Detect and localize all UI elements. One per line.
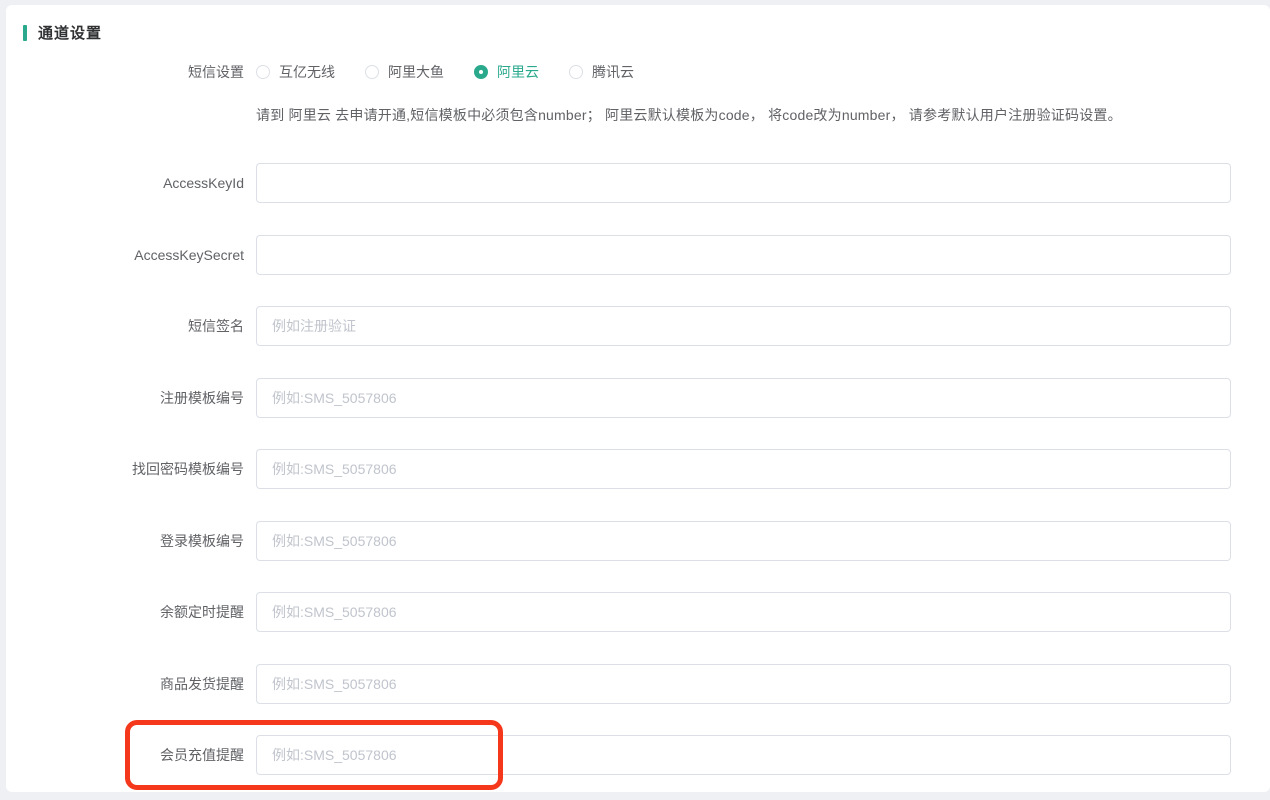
delivery-reminder-input[interactable]	[256, 664, 1231, 704]
field-list: AccessKeyId AccessKeySecret 短信签名 注册模板编号 …	[6, 163, 1270, 775]
radio-circle-icon[interactable]	[569, 65, 583, 79]
field-row-accesskeysecret: AccessKeySecret	[6, 235, 1270, 275]
sms-provider-label: 短信设置	[6, 62, 256, 82]
accesskeyid-label: AccessKeyId	[6, 175, 256, 191]
sms-provider-row: 短信设置 互亿无线 阿里大鱼 阿里云 腾讯云	[6, 63, 1270, 81]
field-row-sms-sign: 短信签名	[6, 306, 1270, 346]
card-header: 通道设置	[6, 5, 1270, 43]
radio-circle-icon[interactable]	[474, 65, 488, 79]
field-row-member-recharge: 会员充值提醒	[6, 735, 1270, 775]
accesskeyid-input[interactable]	[256, 163, 1231, 203]
field-row-register-template: 注册模板编号	[6, 378, 1270, 418]
sms-sign-label: 短信签名	[6, 316, 256, 336]
sms-provider-radio-group: 互亿无线 阿里大鱼 阿里云 腾讯云	[256, 62, 664, 82]
radio-aliyun[interactable]: 阿里云	[474, 62, 539, 82]
accesskeysecret-label: AccessKeySecret	[6, 247, 256, 263]
radio-tencent-cloud[interactable]: 腾讯云	[569, 62, 634, 82]
radio-huyi-wireless[interactable]: 互亿无线	[256, 62, 335, 82]
reset-password-template-input[interactable]	[256, 449, 1231, 489]
channel-settings-card: 通道设置 短信设置 互亿无线 阿里大鱼 阿里云 腾讯云	[6, 5, 1270, 792]
login-template-input[interactable]	[256, 521, 1231, 561]
member-recharge-input[interactable]	[256, 735, 1231, 775]
title-accent-bar	[23, 25, 27, 41]
aliyun-helper-row: 请到 阿里云 去申请开通,短信模板中必须包含number； 阿里云默认模板为co…	[6, 105, 1270, 125]
register-template-label: 注册模板编号	[6, 388, 256, 408]
field-row-delivery-reminder: 商品发货提醒	[6, 664, 1270, 704]
delivery-reminder-label: 商品发货提醒	[6, 674, 256, 694]
register-template-input[interactable]	[256, 378, 1231, 418]
radio-circle-icon[interactable]	[365, 65, 379, 79]
field-row-reset-password-template: 找回密码模板编号	[6, 449, 1270, 489]
field-row-balance-reminder: 余额定时提醒	[6, 592, 1270, 632]
radio-ali-dayu[interactable]: 阿里大鱼	[365, 62, 444, 82]
accesskeysecret-input[interactable]	[256, 235, 1231, 275]
field-row-accesskeyid: AccessKeyId	[6, 163, 1270, 203]
balance-reminder-label: 余额定时提醒	[6, 602, 256, 622]
reset-password-template-label: 找回密码模板编号	[6, 459, 256, 479]
radio-circle-icon[interactable]	[256, 65, 270, 79]
field-row-login-template: 登录模板编号	[6, 521, 1270, 561]
page-title: 通道设置	[38, 22, 102, 43]
sms-sign-input[interactable]	[256, 306, 1231, 346]
member-recharge-label: 会员充值提醒	[6, 745, 256, 765]
aliyun-helper-text: 请到 阿里云 去申请开通,短信模板中必须包含number； 阿里云默认模板为co…	[256, 105, 1122, 125]
login-template-label: 登录模板编号	[6, 531, 256, 551]
balance-reminder-input[interactable]	[256, 592, 1231, 632]
sms-settings-form: 短信设置 互亿无线 阿里大鱼 阿里云 腾讯云	[6, 63, 1270, 775]
